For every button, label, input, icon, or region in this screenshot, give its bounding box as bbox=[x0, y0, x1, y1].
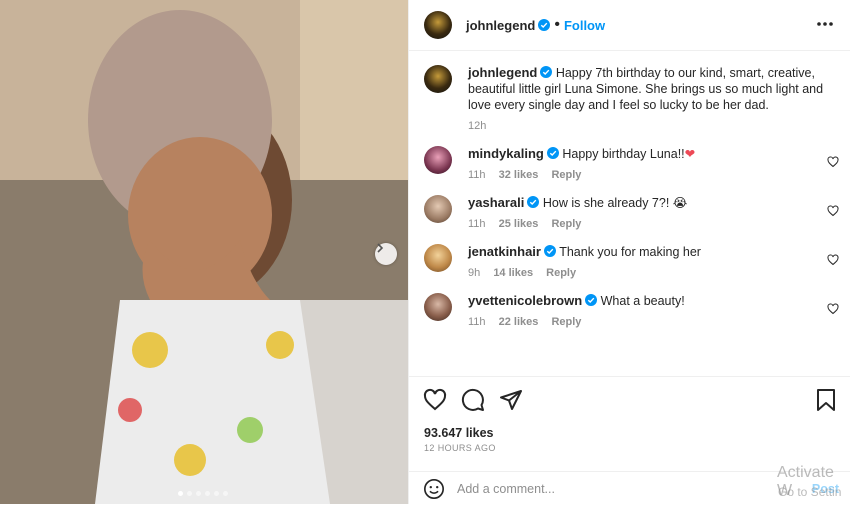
reply-button[interactable]: Reply bbox=[551, 218, 581, 230]
more-icon[interactable] bbox=[815, 14, 835, 34]
comment-text: Thank you for making her bbox=[559, 245, 701, 259]
heart-emoji: ❤ bbox=[684, 147, 696, 161]
add-comment-input[interactable]: Add a comment... bbox=[457, 482, 555, 496]
heart-icon[interactable] bbox=[827, 156, 839, 168]
comment-username[interactable]: jenatkinhair bbox=[468, 244, 541, 259]
carousel-dot bbox=[223, 491, 228, 496]
comments-list[interactable]: johnlegend Happy 7th birthday to our kin… bbox=[409, 51, 850, 375]
post-photo[interactable] bbox=[0, 0, 408, 504]
avatar[interactable] bbox=[424, 11, 452, 39]
comment-time: 11h bbox=[468, 218, 486, 230]
comment-text: How is she already 7?! bbox=[542, 196, 670, 210]
heart-icon[interactable] bbox=[423, 388, 447, 412]
share-icon[interactable] bbox=[499, 388, 523, 412]
comment-meta: 11h 25 likes Reply bbox=[468, 218, 828, 230]
comment-text: What a beauty! bbox=[600, 294, 685, 308]
comment-body: yvettenicolebrown What a beauty! bbox=[468, 293, 828, 309]
post-panel: johnlegend • Follow johnlegend Happy 7th… bbox=[408, 0, 850, 504]
caption-body: johnlegend Happy 7th birthday to our kin… bbox=[468, 65, 828, 113]
post-time: 12 HOURS AGO bbox=[424, 443, 496, 453]
comment-row: jenatkinhair Thank you for making her 9h… bbox=[409, 230, 850, 279]
caption-time: 12h bbox=[468, 120, 487, 132]
carousel-dot bbox=[187, 491, 192, 496]
reply-button[interactable]: Reply bbox=[551, 169, 581, 181]
comment-username[interactable]: yvettenicolebrown bbox=[468, 293, 582, 308]
comment-time: 9h bbox=[468, 267, 481, 279]
heart-icon[interactable] bbox=[827, 205, 839, 217]
caption-meta: 12h bbox=[468, 120, 828, 132]
photo-illustration bbox=[0, 0, 408, 504]
avatar[interactable] bbox=[424, 244, 452, 272]
emoji-icon[interactable] bbox=[423, 478, 445, 500]
verified-icon bbox=[585, 294, 598, 306]
comment-body: jenatkinhair Thank you for making her bbox=[468, 244, 828, 260]
caption-username[interactable]: johnlegend bbox=[468, 65, 537, 80]
verified-icon bbox=[546, 147, 559, 159]
comment-time: 11h bbox=[468, 169, 486, 181]
avatar[interactable] bbox=[424, 195, 452, 223]
carousel-dot bbox=[178, 491, 183, 496]
separator-dot: • bbox=[554, 16, 560, 33]
carousel-dot bbox=[205, 491, 210, 496]
carousel-dot bbox=[214, 491, 219, 496]
verified-icon bbox=[527, 196, 540, 208]
bookmark-icon[interactable] bbox=[815, 388, 837, 412]
comment-row: yasharali How is she already 7?! 😭 11h 2… bbox=[409, 181, 850, 230]
comment-meta: 11h 22 likes Reply bbox=[468, 316, 828, 328]
verified-icon bbox=[540, 66, 553, 78]
avatar[interactable] bbox=[424, 146, 452, 174]
comment-likes[interactable]: 25 likes bbox=[499, 218, 539, 230]
avatar[interactable] bbox=[424, 293, 452, 321]
heart-icon[interactable] bbox=[827, 303, 839, 315]
comment-time: 11h bbox=[468, 316, 486, 328]
reply-button[interactable]: Reply bbox=[546, 267, 576, 279]
comment-row: yvettenicolebrown What a beauty! 11h 22 … bbox=[409, 279, 850, 328]
reply-button[interactable]: Reply bbox=[551, 316, 581, 328]
verified-icon bbox=[543, 245, 556, 257]
comment-likes[interactable]: 14 likes bbox=[493, 267, 533, 279]
comment-body: yasharali How is she already 7?! 😭 bbox=[468, 195, 828, 211]
comment-icon[interactable] bbox=[461, 388, 485, 412]
comment-meta: 11h 32 likes Reply bbox=[468, 169, 828, 181]
follow-button[interactable]: Follow bbox=[564, 18, 605, 33]
comment-body: mindykaling Happy birthday Luna!!❤ bbox=[468, 146, 828, 162]
heart-icon[interactable] bbox=[827, 254, 839, 266]
verified-icon bbox=[538, 19, 551, 31]
post-header: johnlegend • Follow bbox=[409, 0, 850, 51]
carousel-dots bbox=[178, 491, 228, 496]
chevron-right-icon bbox=[377, 243, 384, 253]
likes-count[interactable]: 93.647 likes bbox=[424, 426, 494, 440]
caption: johnlegend Happy 7th birthday to our kin… bbox=[409, 51, 850, 132]
comment-text: Happy birthday Luna!! bbox=[562, 147, 685, 161]
next-photo-button[interactable] bbox=[375, 243, 397, 265]
comment-likes[interactable]: 32 likes bbox=[499, 169, 539, 181]
action-bar bbox=[423, 388, 523, 412]
comment-likes[interactable]: 22 likes bbox=[499, 316, 539, 328]
crying-emoji: 😭 bbox=[672, 196, 688, 210]
header-username[interactable]: johnlegend bbox=[466, 18, 535, 33]
comment-username[interactable]: mindykaling bbox=[468, 146, 544, 161]
activation-watermark-subtitle: Go to Settin bbox=[778, 485, 842, 499]
comment-meta: 9h 14 likes Reply bbox=[468, 267, 828, 279]
avatar[interactable] bbox=[424, 65, 452, 93]
comment-row: mindykaling Happy birthday Luna!!❤ 11h 3… bbox=[409, 132, 850, 181]
comment-username[interactable]: yasharali bbox=[468, 195, 524, 210]
carousel-dot bbox=[196, 491, 201, 496]
